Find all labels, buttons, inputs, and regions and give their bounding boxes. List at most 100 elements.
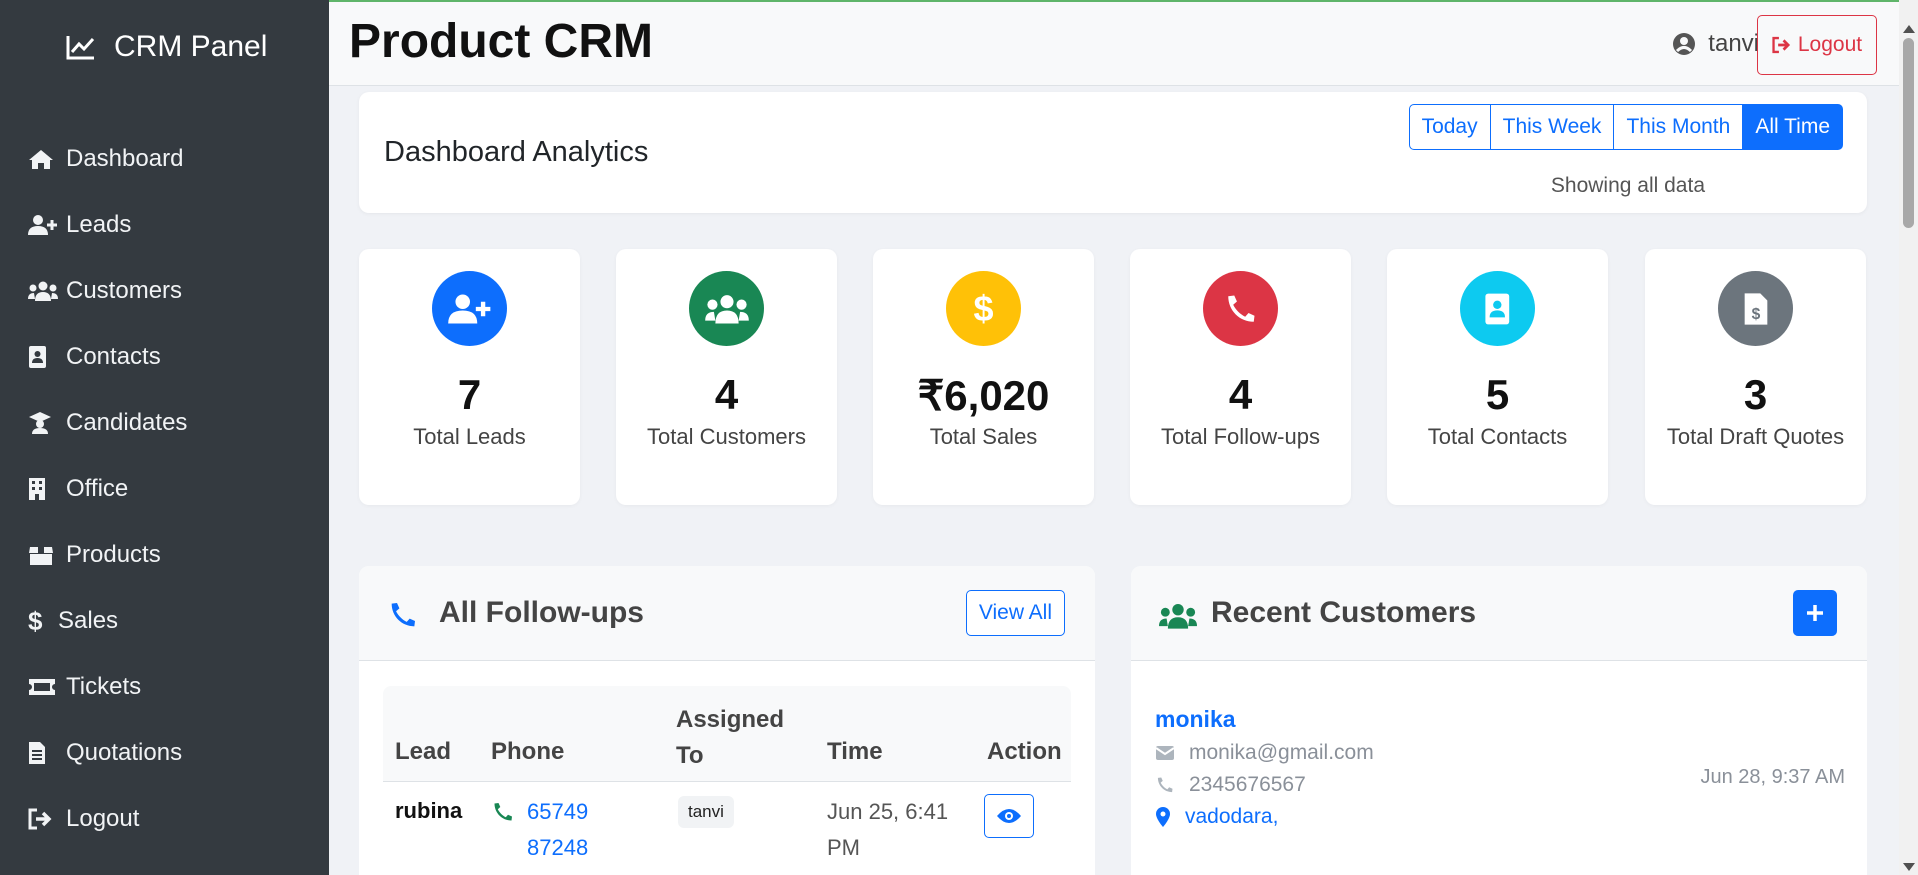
sidebar-item-label: Customers <box>66 277 183 304</box>
users-icon <box>1159 602 1197 635</box>
logout-label: Logout <box>1797 33 1863 56</box>
phone-icon <box>387 599 419 636</box>
panel-header: Recent Customers <box>1131 566 1867 661</box>
home-icon <box>28 146 58 172</box>
panel-title: All Follow-ups <box>439 596 644 629</box>
table-header: Lead Phone Assigned To Time Action <box>383 686 1071 782</box>
user-plus-icon <box>432 271 507 346</box>
range-today-button[interactable]: Today <box>1408 104 1491 150</box>
range-week-button[interactable]: This Week <box>1489 104 1615 150</box>
scroll-thumb[interactable] <box>1903 38 1914 228</box>
filter-status: Showing all data <box>1550 174 1705 197</box>
customer-phone: 2345676567 <box>1189 773 1306 796</box>
customer-list-item[interactable]: monika monika@gmail.com 2345676567 vadod… <box>1155 706 1845 829</box>
user-plus-icon <box>28 212 58 238</box>
stat-value: 7 <box>457 371 482 418</box>
users-icon <box>689 271 764 346</box>
eye-icon <box>984 794 1034 838</box>
envelope-icon <box>1155 746 1175 760</box>
stat-card-contacts[interactable]: 5 Total Contacts <box>1387 249 1608 505</box>
users-icon <box>28 278 58 304</box>
panel-header: All Follow-ups View All <box>359 566 1095 661</box>
date-range-filter: Today This Week This Month All Time <box>1408 104 1843 150</box>
sidebar-item-dashboard[interactable]: Dashboard <box>28 126 187 192</box>
sidebar-item-label: Contacts <box>66 343 161 370</box>
phone-link[interactable]: 65749 87248 <box>527 794 611 866</box>
building-icon <box>28 476 58 502</box>
phone-icon <box>1157 777 1173 793</box>
sidebar-item-label: Tickets <box>66 673 142 700</box>
phone-icon <box>494 803 512 821</box>
sidebar-item-label: Leads <box>66 211 132 238</box>
followups-table: Lead Phone Assigned To Time Action rubin… <box>383 686 1071 875</box>
stat-value: 5 <box>1485 371 1510 418</box>
range-month-button[interactable]: This Month <box>1613 104 1744 150</box>
analytics-title: Dashboard Analytics <box>384 136 649 168</box>
sidebar-item-tickets[interactable]: Tickets <box>28 654 187 720</box>
column-header: Phone <box>491 738 565 765</box>
column-header: Action <box>987 738 1062 765</box>
file-invoice-icon <box>28 740 58 766</box>
panel-title: Recent Customers <box>1211 596 1477 629</box>
logout-button[interactable]: Logout <box>1757 15 1877 75</box>
scroll-up-icon[interactable] <box>1903 25 1915 33</box>
address-book-icon <box>1460 271 1535 346</box>
customer-location-row: vadodara, <box>1155 805 1845 829</box>
sidebar-item-products[interactable]: Products <box>28 522 187 588</box>
stat-card-followups[interactable]: 4 Total Follow-ups <box>1130 249 1351 505</box>
sidebar-item-sales[interactable]: $ Sales <box>28 588 187 654</box>
followup-time: Jun 25, 6:41 PM <box>827 799 949 860</box>
user-menu[interactable]: tanvi <box>1672 30 1759 58</box>
view-all-button[interactable]: View All <box>965 590 1065 636</box>
stat-value: 4 <box>714 371 739 418</box>
sidebar-item-office[interactable]: Office <box>28 456 187 522</box>
customer-location[interactable]: vadodara, <box>1185 805 1278 829</box>
brand-label: CRM Panel <box>114 30 268 63</box>
user-circle-icon <box>1673 33 1696 55</box>
sidebar-item-candidates[interactable]: Candidates <box>28 390 187 456</box>
phone-cell: 65749 87248 <box>491 794 611 866</box>
view-followup-button[interactable] <box>984 794 1034 838</box>
stat-card-draft-quotes[interactable]: $ 3 Total Draft Quotes <box>1645 249 1866 505</box>
sidebar-item-label: Products <box>66 541 161 568</box>
table-row: rubina 65749 87248 tanvi Jun 25, 6:41 PM <box>383 782 1071 875</box>
scroll-down-icon[interactable] <box>1903 863 1915 871</box>
stat-card-leads[interactable]: 7 Total Leads <box>359 249 580 505</box>
page-scrollbar[interactable] <box>1899 0 1918 875</box>
assigned-badge: tanvi <box>678 796 734 828</box>
stat-label: Total Contacts <box>1427 424 1568 449</box>
dollar-icon: $ <box>28 605 43 636</box>
recent-customers-panel: Recent Customers monika monika@gmail.com… <box>1131 566 1867 875</box>
range-all-time-button[interactable]: All Time <box>1742 104 1843 150</box>
map-marker-icon <box>1156 807 1170 827</box>
followups-panel: All Follow-ups View All Lead Phone Assig… <box>359 566 1095 875</box>
sidebar-item-label: Quotations <box>66 739 183 766</box>
add-customer-button[interactable] <box>1793 590 1837 636</box>
address-book-icon <box>28 344 58 370</box>
stat-value: ₹6,020 <box>917 372 1050 419</box>
customer-name[interactable]: monika <box>1155 706 1845 733</box>
sidebar-item-label: Logout <box>66 805 140 832</box>
customer-email: monika@gmail.com <box>1189 741 1374 764</box>
sidebar-item-leads[interactable]: Leads <box>28 192 187 258</box>
column-header: Assigned To <box>676 706 785 769</box>
analytics-card: Dashboard Analytics Today This Week This… <box>359 92 1867 213</box>
sign-out-icon <box>28 806 58 832</box>
stat-label: Total Follow-ups <box>1161 424 1320 449</box>
stat-value: 3 <box>1743 371 1768 418</box>
sidebar-item-logout[interactable]: Logout <box>28 786 187 852</box>
sign-out-icon <box>1772 36 1790 54</box>
chart-line-icon <box>66 36 95 60</box>
sidebar-item-label: Sales <box>58 607 119 634</box>
column-header: Lead <box>395 738 452 765</box>
stat-card-customers[interactable]: 4 Total Customers <box>616 249 837 505</box>
svg-text:$: $ <box>1751 305 1760 322</box>
sidebar-item-quotations[interactable]: Quotations <box>28 720 187 786</box>
sidebar-item-customers[interactable]: Customers <box>28 258 187 324</box>
dollar-icon: $ <box>946 271 1021 346</box>
stat-card-sales[interactable]: $ ₹6,020 Total Sales <box>873 249 1094 505</box>
brand[interactable]: CRM Panel <box>66 30 267 64</box>
customer-date: Jun 28, 9:37 AM <box>1700 766 1845 788</box>
top-bar: Product CRM tanvi Logout <box>329 0 1899 86</box>
sidebar-item-contacts[interactable]: Contacts <box>28 324 187 390</box>
